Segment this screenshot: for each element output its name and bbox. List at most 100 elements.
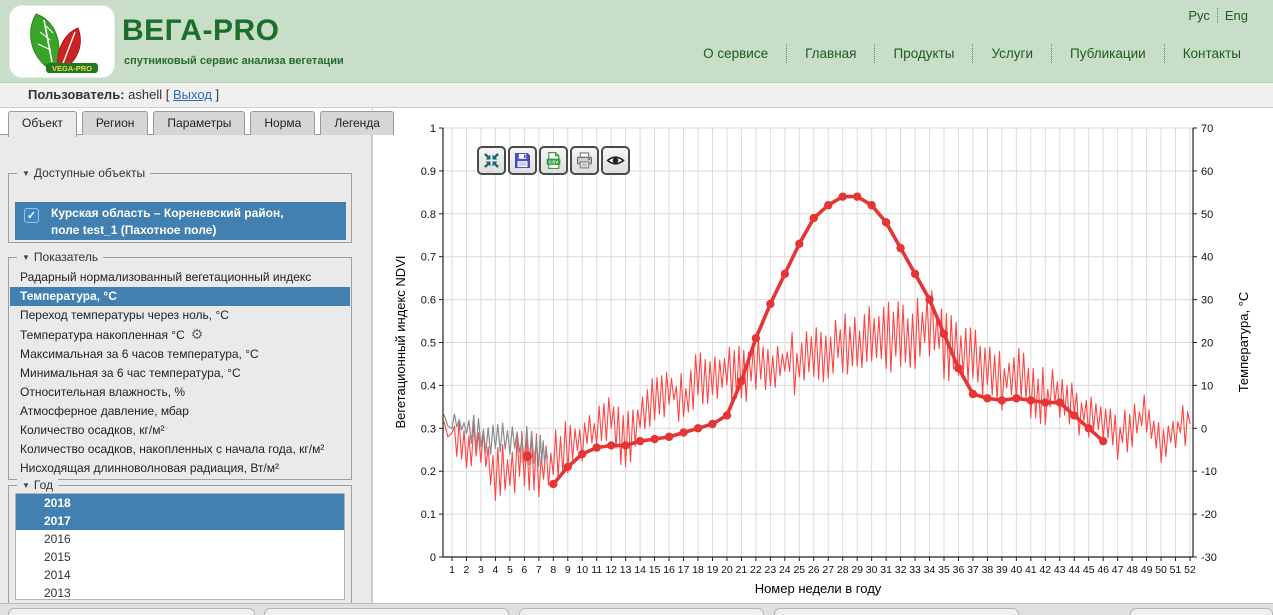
lang-option-eng[interactable]: Eng (1217, 8, 1255, 23)
floppy-disk-icon (513, 151, 532, 170)
object-item-kurskaya[interactable]: ✓ Курская область – Кореневский район, п… (15, 202, 346, 240)
svg-text:13: 13 (620, 564, 632, 576)
svg-text:16: 16 (663, 564, 675, 576)
svg-text:5: 5 (507, 564, 513, 576)
object-checkbox[interactable]: ✓ (24, 208, 39, 223)
bottom-panel-tab-2[interactable] (519, 608, 764, 615)
svg-text:44: 44 (1068, 564, 1080, 576)
available-objects-legend[interactable]: ▼Доступные объекты (17, 166, 150, 180)
tab-3[interactable]: Норма (250, 111, 315, 135)
nav-item-0[interactable]: О сервисе (685, 44, 786, 63)
svg-text:28: 28 (837, 564, 849, 576)
bottom-panel-tab-3[interactable] (774, 608, 1019, 615)
bottom-strip (0, 603, 1273, 615)
nav-item-2[interactable]: Продукты (874, 44, 972, 63)
indicator-item-10[interactable]: Нисходящая длинноволновая радиация, Вт/м… (10, 459, 350, 478)
svg-text:30: 30 (866, 564, 878, 576)
svg-text:18: 18 (692, 564, 704, 576)
bottom-panel-tab-4[interactable] (1130, 608, 1273, 615)
svg-text:37: 37 (967, 564, 979, 576)
nav-item-1[interactable]: Главная (786, 44, 874, 63)
print-button[interactable] (570, 146, 599, 175)
indicator-legend[interactable]: ▼Показатель (17, 250, 103, 264)
year-item-2016[interactable]: 2016 (16, 530, 344, 548)
svg-text:12: 12 (605, 564, 617, 576)
indicator-item-7[interactable]: Атмосферное давление, мбар (10, 402, 350, 421)
save-button[interactable] (508, 146, 537, 175)
gear-icon[interactable]: ⚙ (191, 326, 204, 342)
svg-text:0.7: 0.7 (421, 252, 436, 264)
year-item-2014[interactable]: 2014 (16, 566, 344, 584)
bottom-panel-tab-0[interactable] (8, 608, 255, 615)
logout-link[interactable]: Выход (173, 87, 212, 102)
svg-text:1: 1 (430, 123, 436, 135)
indicator-section: ▼Показатель Радарный нормализованный вег… (8, 257, 352, 480)
indicator-item-9[interactable]: Количество осадков, накопленных с начала… (10, 440, 350, 459)
year-item-2018[interactable]: 2018 (16, 494, 344, 512)
lang-option-рус[interactable]: Рус (1181, 8, 1217, 23)
svg-text:46: 46 (1097, 564, 1109, 576)
svg-text:19: 19 (707, 564, 719, 576)
svg-text:25: 25 (793, 564, 805, 576)
year-item-2017[interactable]: 2017 (16, 512, 344, 530)
year-item-2015[interactable]: 2015 (16, 548, 344, 566)
indicator-item-1[interactable]: Температура, °С (10, 287, 350, 306)
svg-text:3: 3 (478, 564, 484, 576)
svg-text:7: 7 (536, 564, 542, 576)
nav-item-4[interactable]: Публикации (1051, 44, 1164, 63)
svg-text:0.1: 0.1 (421, 509, 436, 521)
year-legend[interactable]: ▼Год (17, 478, 58, 492)
svg-text:15: 15 (649, 564, 661, 576)
object-item-line2: поле test_1 (Пахотное поле) (51, 223, 216, 237)
svg-text:52: 52 (1184, 564, 1196, 576)
svg-text:47: 47 (1112, 564, 1124, 576)
brand-title: ВЕГА-PRO (122, 14, 279, 48)
nav-item-5[interactable]: Контакты (1164, 44, 1259, 63)
bottom-panel-tab-1[interactable] (264, 608, 509, 615)
user-label: Пользователь: (28, 87, 125, 102)
object-item-line1: Курская область – Кореневский район, (51, 206, 284, 220)
svg-text:26: 26 (808, 564, 820, 576)
svg-text:10: 10 (1201, 380, 1213, 392)
svg-text:10: 10 (576, 564, 588, 576)
svg-text:22: 22 (750, 564, 762, 576)
eye-icon (606, 151, 625, 170)
indicator-item-4[interactable]: Максимальная за 6 часов температура, °С (10, 345, 350, 364)
brand-subtitle: спутниковый сервис анализа вегетации (124, 55, 344, 67)
svg-text:0.4: 0.4 (421, 380, 436, 392)
svg-text:41: 41 (1025, 564, 1037, 576)
indicator-item-0[interactable]: Радарный нормализованный вегетационный и… (10, 268, 350, 287)
svg-text:20: 20 (1201, 338, 1213, 350)
svg-text:-20: -20 (1201, 509, 1217, 521)
fit-chart-button[interactable] (477, 146, 506, 175)
svg-text:50: 50 (1155, 564, 1167, 576)
svg-text:0.6: 0.6 (421, 295, 436, 307)
svg-text:29: 29 (851, 564, 863, 576)
nav-item-3[interactable]: Услуги (972, 44, 1051, 63)
visibility-button[interactable] (601, 146, 630, 175)
tab-0[interactable]: Объект (8, 111, 77, 137)
leaf-logo-icon: VEGA-PRO (10, 6, 114, 77)
year-item-2013[interactable]: 2013 (16, 584, 344, 600)
indicator-item-8[interactable]: Количество осадков, кг/м² (10, 421, 350, 440)
svg-text:27: 27 (822, 564, 834, 576)
indicator-item-5[interactable]: Минимальная за 6 час температура, °С (10, 364, 350, 383)
tab-2[interactable]: Параметры (153, 111, 245, 135)
top-navigation: О сервисеГлавнаяПродуктыУслугиПубликации… (685, 44, 1259, 63)
svg-text:70: 70 (1201, 123, 1213, 135)
indicator-item-2[interactable]: Переход температуры через ноль, °С (10, 306, 350, 325)
language-switcher: РусEng (1181, 8, 1255, 23)
tab-1[interactable]: Регион (82, 111, 149, 135)
svg-text:14: 14 (634, 564, 646, 576)
svg-text:0.5: 0.5 (421, 338, 436, 350)
indicator-item-6[interactable]: Относительная влажность, % (10, 383, 350, 402)
export-csv-button[interactable]: CSV (539, 146, 568, 175)
vega-pro-logo[interactable]: VEGA-PRO (10, 6, 114, 77)
collapse-triangle-icon: ▼ (22, 169, 30, 178)
indicator-list: Радарный нормализованный вегетационный и… (10, 268, 350, 478)
tab-4[interactable]: Легенда (320, 111, 394, 135)
highlighted-point (522, 451, 532, 461)
svg-text:32: 32 (895, 564, 907, 576)
indicator-item-3[interactable]: Температура накопленная °С⚙ (10, 325, 350, 345)
svg-text:2: 2 (464, 564, 470, 576)
